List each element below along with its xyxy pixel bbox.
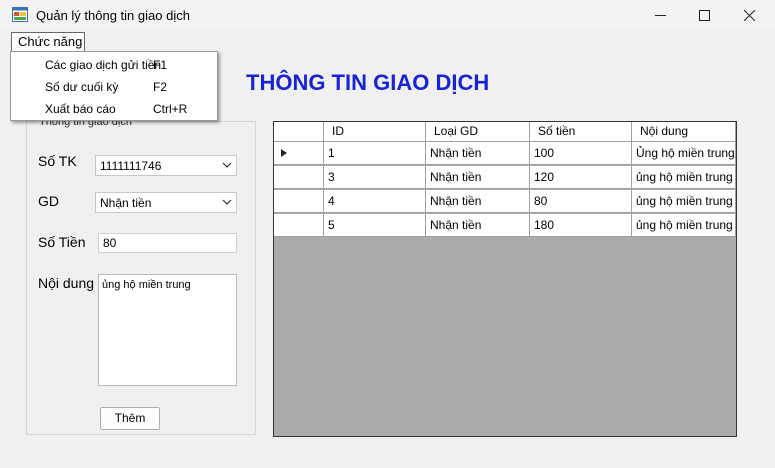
chevron-down-icon	[222, 162, 232, 168]
cell-type[interactable]: Nhận tiền	[426, 142, 530, 165]
cell-type[interactable]: Nhận tiền	[426, 166, 530, 189]
menu-item-shortcut: Ctrl+R	[153, 102, 188, 116]
cell-id[interactable]: 4	[324, 190, 426, 213]
menu-item-shortcut: F1	[153, 58, 168, 72]
account-label: Số TK	[38, 153, 77, 169]
cell-amount[interactable]: 80	[530, 190, 632, 213]
cell-amount[interactable]: 180	[530, 214, 632, 237]
cell-id[interactable]: 5	[324, 214, 426, 237]
page-heading: THÔNG TIN GIAO DỊCH	[246, 70, 490, 95]
close-icon	[743, 9, 755, 21]
menu-bar	[0, 30, 775, 51]
minimize-button[interactable]	[637, 0, 683, 30]
form-app-icon	[12, 7, 28, 22]
grid-corner-header	[274, 122, 324, 142]
row-header[interactable]	[274, 190, 324, 213]
maximize-button[interactable]	[681, 0, 727, 30]
cell-id[interactable]: 1	[324, 142, 426, 165]
menu-chuc-nang[interactable]: Chức năng	[11, 32, 85, 51]
content-label: Nội dung	[38, 275, 95, 291]
cell-amount[interactable]: 100	[530, 142, 632, 165]
column-header-type[interactable]: Loại GD	[426, 122, 530, 142]
window-title: Quản lý thông tin giao dịch	[36, 8, 190, 23]
account-combobox[interactable]: 1111111746	[95, 155, 237, 176]
minimize-icon	[654, 14, 666, 16]
close-button[interactable]	[726, 0, 772, 30]
amount-label: Số Tiền	[38, 234, 86, 250]
cell-id[interactable]: 3	[324, 166, 426, 189]
cell-type[interactable]: Nhận tiền	[426, 190, 530, 213]
menu-item-deposit-transactions[interactable]: Các giao dịch gửi tiền F1	[11, 53, 217, 75]
cell-content[interactable]: Ủng hộ miền trung	[632, 142, 736, 165]
column-header-amount[interactable]: Số tiền	[530, 122, 632, 142]
menu-item-label: Xuất báo cáo	[45, 102, 116, 116]
cell-content[interactable]: ủng hộ miền trung	[632, 166, 736, 189]
chevron-down-icon	[222, 199, 232, 205]
cell-content[interactable]: ủng hộ miền trung	[632, 190, 736, 213]
cell-content[interactable]: ủng hộ miền trung	[632, 214, 736, 237]
maximize-icon	[698, 9, 710, 21]
cell-amount[interactable]: 120	[530, 166, 632, 189]
column-header-id[interactable]: ID	[324, 122, 426, 142]
menu-item-ending-balance[interactable]: Số dư cuối kỳ F2	[11, 75, 217, 97]
transaction-type-value: Nhận tiền	[100, 196, 152, 210]
amount-input[interactable]: 80	[98, 233, 237, 253]
menu-item-export-report[interactable]: Xuất báo cáo Ctrl+R	[11, 97, 217, 119]
transaction-type-combobox[interactable]: Nhận tiền	[95, 192, 237, 213]
row-header[interactable]	[274, 166, 324, 189]
menu-item-label: Số dư cuối kỳ	[45, 80, 119, 94]
column-header-content[interactable]: Nội dung	[632, 122, 736, 142]
content-textarea[interactable]: ủng hộ miền trung	[98, 274, 237, 386]
row-header[interactable]	[274, 214, 324, 237]
menu-item-label: Các giao dịch gửi tiền	[45, 58, 162, 72]
title-bar: Quản lý thông tin giao dịch	[0, 0, 775, 30]
transaction-grid[interactable]: ID Loại GD Số tiền Nội dung 1 Nhận tiền …	[273, 121, 737, 437]
account-value: 1111111746	[100, 159, 162, 173]
transaction-type-label: GD	[38, 193, 59, 209]
row-header[interactable]	[274, 142, 324, 165]
current-row-arrow-icon	[281, 149, 287, 157]
add-button[interactable]: Thêm	[100, 407, 160, 430]
cell-type[interactable]: Nhận tiền	[426, 214, 530, 237]
menu-dropdown: Các giao dịch gửi tiền F1 Số dư cuối kỳ …	[10, 51, 218, 121]
menu-item-shortcut: F2	[153, 80, 168, 94]
